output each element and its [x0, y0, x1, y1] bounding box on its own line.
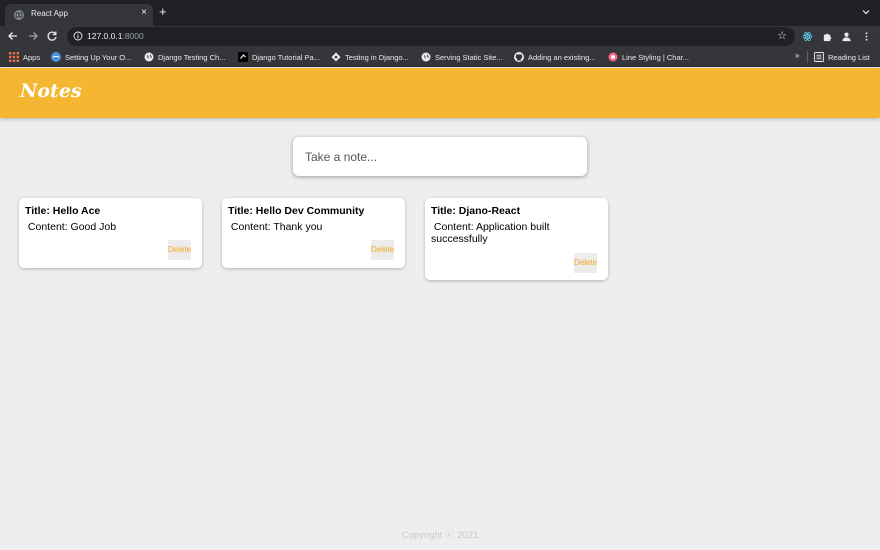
site-icon	[331, 52, 341, 62]
reading-list-label: Reading List	[828, 53, 870, 62]
extensions-puzzle-icon[interactable]	[822, 31, 833, 42]
bookmark-star-icon[interactable]: ☆	[777, 29, 787, 42]
note-title: Title: Djano-React	[431, 205, 521, 217]
bookmark-label: Line Styling | Char...	[622, 53, 689, 62]
address-bar[interactable]: 127.0.0.1:8000 ☆	[67, 27, 795, 46]
reading-list-icon	[814, 52, 824, 62]
site-icon	[608, 52, 618, 62]
globe-icon	[144, 52, 154, 62]
url-text: 127.0.0.1:8000	[87, 31, 144, 41]
globe-icon	[421, 52, 431, 62]
bookmark-separator	[807, 51, 808, 63]
bookmarks-bar: Apps Setting Up Your O... Django Testing…	[0, 47, 880, 67]
bookmark-label: Apps	[23, 53, 41, 62]
info-icon[interactable]	[73, 31, 83, 41]
reload-icon[interactable]	[45, 29, 59, 43]
tab-title: React App	[31, 9, 68, 18]
back-arrow-icon[interactable]	[6, 29, 20, 43]
site-icon	[51, 52, 61, 62]
note-content-text: Content: Thank you	[230, 221, 323, 233]
tab-close-button[interactable]: ×	[141, 7, 147, 18]
app-title: Notes	[20, 80, 82, 102]
delete-button[interactable]: Delete	[574, 253, 597, 273]
note-title: Title: Hello Dev Community	[228, 205, 365, 217]
more-bookmarks-button[interactable]: »	[795, 51, 799, 60]
new-tab-button[interactable]: +	[159, 5, 167, 19]
bookmark-label: Django Testing Ch...	[158, 53, 226, 62]
bookmark-label: Serving Static Site...	[435, 53, 503, 62]
copyright-footer: Copyright ⓒ 2021	[401, 530, 479, 541]
take-note-input[interactable]	[293, 137, 587, 176]
note-content-text: Content: Application built successfully	[431, 221, 550, 245]
bookmark-label: Testing in Django...	[345, 53, 409, 62]
delete-button[interactable]: Delete	[371, 240, 394, 260]
browser-toolbar: 127.0.0.1:8000 ☆	[0, 26, 880, 47]
app-header: Notes	[0, 68, 880, 118]
profile-icon[interactable]	[841, 31, 852, 42]
apps-grid-icon	[9, 52, 19, 62]
note-card: Title: Hello Dev Community Content: Than…	[222, 198, 405, 268]
browser-tab-bar: React App × +	[0, 0, 880, 26]
bookmark-label: Django Tutorial Pa...	[252, 53, 320, 62]
site-icon	[238, 52, 248, 62]
note-content: Content: Thank you	[228, 221, 400, 233]
globe-icon	[14, 10, 24, 20]
note-content-text: Content: Good Job	[27, 221, 117, 233]
note-card: Title: Djano-React Content: Application …	[425, 198, 608, 280]
delete-button[interactable]: Delete	[168, 240, 191, 260]
more-menu-icon[interactable]	[861, 31, 872, 42]
note-card: Title: Hello Ace Content: Good Job Delet…	[19, 198, 202, 268]
bookmark-label: Setting Up Your O...	[65, 53, 132, 62]
github-icon	[514, 52, 524, 62]
forward-arrow-icon[interactable]	[26, 29, 40, 43]
bookmark-label: Adding an existing...	[528, 53, 596, 62]
note-content: Content: Good Job	[25, 221, 197, 233]
note-title: Title: Hello Ace	[25, 205, 101, 217]
url-port: :8000	[122, 31, 144, 41]
url-host: 127.0.0.1	[87, 31, 123, 41]
react-devtools-icon[interactable]	[802, 31, 813, 42]
browser-tab[interactable]: React App ×	[5, 4, 153, 26]
chevron-down-icon[interactable]	[861, 7, 871, 17]
note-content: Content: Application built successfully	[431, 221, 603, 245]
